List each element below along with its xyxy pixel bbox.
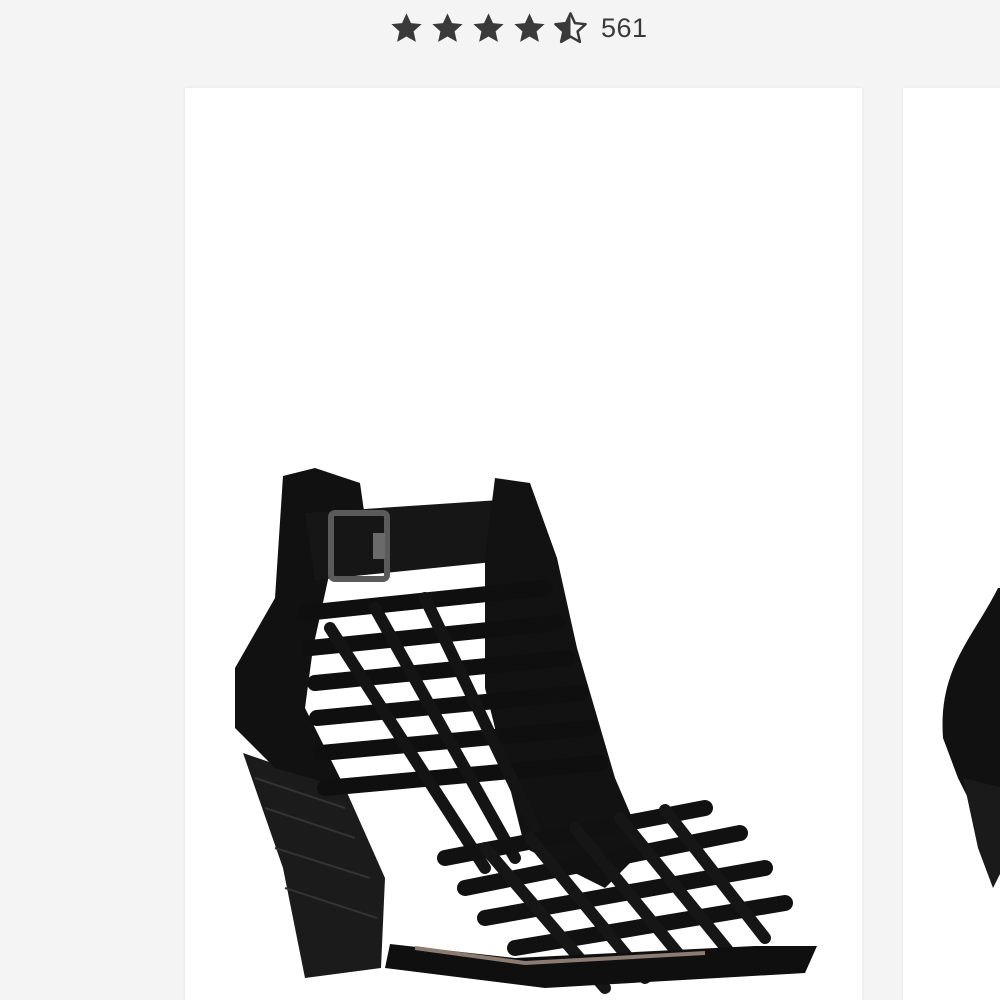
star-half-icon bbox=[554, 11, 587, 43]
next-product-card[interactable] bbox=[903, 88, 1000, 1000]
product-page: 561 bbox=[0, 0, 1000, 1000]
shoe-icon[interactable] bbox=[903, 88, 1000, 1000]
star-full-icon bbox=[432, 12, 463, 42]
rating-summary[interactable]: 561 bbox=[388, 8, 648, 48]
star-full-icon bbox=[473, 12, 504, 42]
shoe-icon[interactable] bbox=[185, 88, 862, 1000]
review-count[interactable]: 561 bbox=[601, 13, 648, 44]
star-full-icon bbox=[391, 12, 422, 42]
star-rating bbox=[388, 10, 589, 47]
star-full-icon bbox=[514, 12, 545, 42]
product-card[interactable] bbox=[185, 88, 862, 1000]
